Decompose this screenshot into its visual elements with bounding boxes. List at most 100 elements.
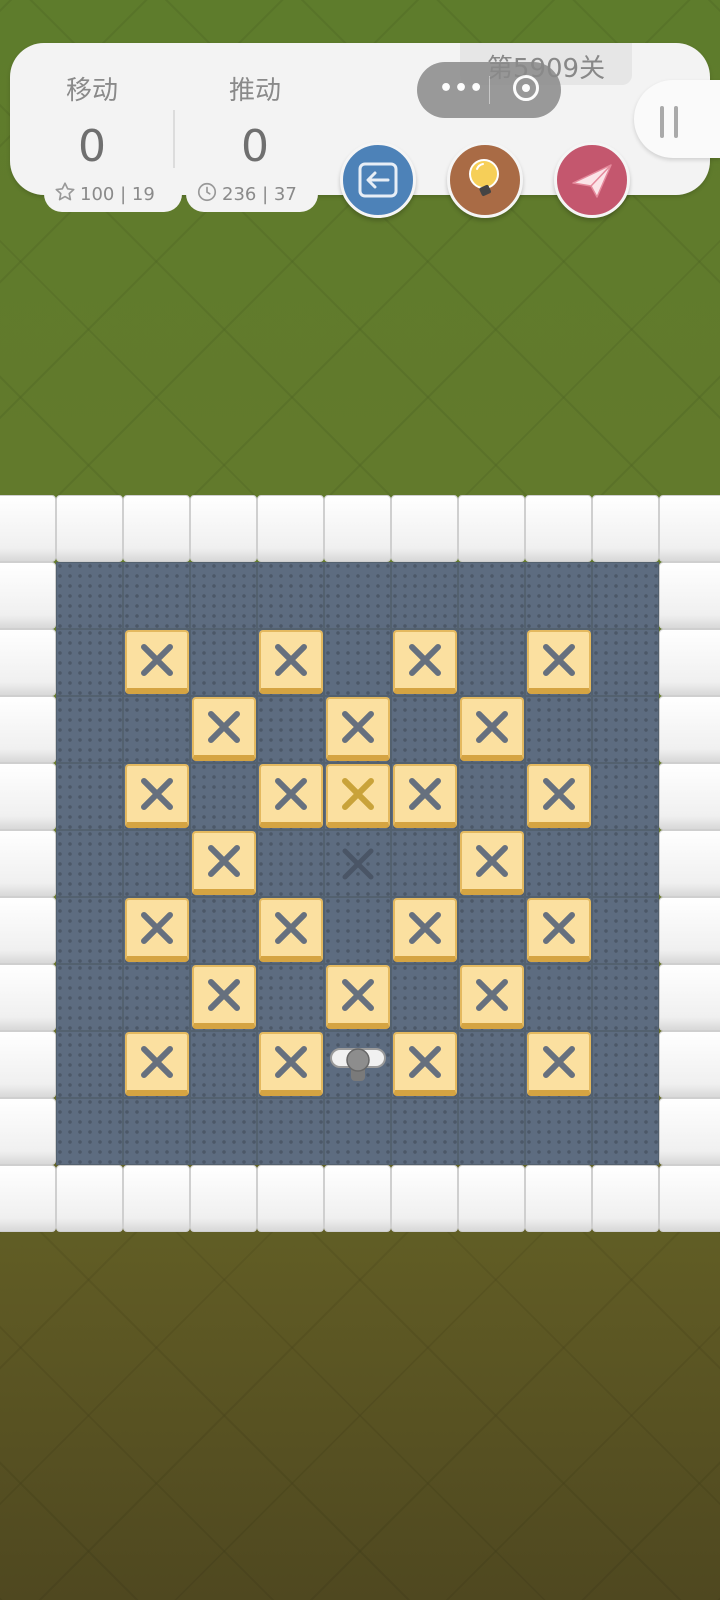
floor-tile: [525, 830, 592, 897]
box-on-goal[interactable]: [259, 764, 323, 828]
box-on-goal[interactable]: [192, 831, 256, 895]
moves-label: 移动: [65, 76, 118, 106]
box-on-goal[interactable]: [527, 1032, 591, 1096]
floor-tile: [592, 696, 659, 763]
floor-tile: [458, 897, 525, 964]
floor-tile: [592, 562, 659, 629]
floor-tile: [592, 1098, 659, 1165]
capsule-separator: [489, 76, 490, 104]
box-on-goal[interactable]: [125, 764, 189, 828]
box-on-goal[interactable]: [125, 898, 189, 962]
pushes-value: 0: [241, 121, 269, 172]
floor-tile: [56, 964, 123, 1031]
box-on-goal[interactable]: [460, 697, 524, 761]
wall-tile: [0, 629, 56, 696]
wall-tile: [56, 495, 123, 562]
pause-button[interactable]: [634, 80, 720, 158]
floor-tile: [458, 629, 525, 696]
floor-tile: [123, 1098, 190, 1165]
target-icon[interactable]: [513, 75, 539, 101]
box-on-goal[interactable]: [393, 898, 457, 962]
box-on-goal[interactable]: [393, 630, 457, 694]
floor-tile: [190, 562, 257, 629]
floor-tile: [458, 1098, 525, 1165]
wall-tile: [659, 1098, 720, 1165]
box-on-goal[interactable]: [393, 764, 457, 828]
box[interactable]: [326, 764, 390, 828]
floor-tile: [458, 1031, 525, 1098]
player-character[interactable]: [328, 1043, 388, 1091]
pushes-stat: 推动 0: [185, 70, 325, 172]
wall-tile: [190, 1165, 257, 1232]
star-icon: [54, 181, 76, 208]
floor-tile: [592, 964, 659, 1031]
wall-tile: [391, 1165, 458, 1232]
clock-icon: [196, 181, 218, 208]
wall-tile: [0, 696, 56, 763]
box-on-goal[interactable]: [460, 965, 524, 1029]
box-on-goal[interactable]: [527, 630, 591, 694]
box-on-goal[interactable]: [259, 898, 323, 962]
undo-arrow-icon: [358, 162, 398, 198]
wall-tile: [0, 495, 56, 562]
box-on-goal[interactable]: [125, 1032, 189, 1096]
wall-tile: [659, 763, 720, 830]
wall-tile: [458, 1165, 525, 1232]
floor-tile: [391, 964, 458, 1031]
box-on-goal[interactable]: [527, 764, 591, 828]
floor-tile: [123, 696, 190, 763]
floor-tile: [56, 629, 123, 696]
moves-record-text: 100 | 19: [80, 183, 155, 205]
box-on-goal[interactable]: [460, 831, 524, 895]
hint-button[interactable]: [447, 142, 523, 218]
wall-tile: [257, 1165, 324, 1232]
wall-tile: [659, 830, 720, 897]
box-on-goal[interactable]: [259, 1032, 323, 1096]
pushes-label: 推动: [228, 76, 281, 106]
floor-tile: [324, 897, 391, 964]
box-on-goal[interactable]: [393, 1032, 457, 1096]
wall-tile: [525, 1165, 592, 1232]
floor-tile: [525, 964, 592, 1031]
share-button[interactable]: [554, 142, 630, 218]
floor-tile: [458, 562, 525, 629]
floor-tile: [190, 1031, 257, 1098]
floor-tile: [592, 897, 659, 964]
floor-tile: [525, 562, 592, 629]
wall-tile: [0, 1031, 56, 1098]
floor-tile: [56, 1031, 123, 1098]
floor-tile: [56, 897, 123, 964]
box-on-goal[interactable]: [326, 965, 390, 1029]
undo-button[interactable]: [340, 142, 416, 218]
floor-tile: [525, 1098, 592, 1165]
box-on-goal[interactable]: [192, 697, 256, 761]
wall-tile: [190, 495, 257, 562]
wall-tile: [0, 1165, 56, 1232]
box-on-goal[interactable]: [125, 630, 189, 694]
box-on-goal[interactable]: [527, 898, 591, 962]
pause-icon: [660, 106, 664, 138]
floor-tile: [56, 562, 123, 629]
floor-tile: [257, 830, 324, 897]
floor-tile: [257, 696, 324, 763]
floor-tile: [257, 964, 324, 1031]
wall-tile: [592, 495, 659, 562]
wall-tile: [659, 495, 720, 562]
moves-record: 100 | 19: [44, 176, 182, 212]
floor-tile: [391, 830, 458, 897]
wall-tile: [56, 1165, 123, 1232]
floor-tile: [257, 1098, 324, 1165]
box-on-goal[interactable]: [192, 965, 256, 1029]
box-on-goal[interactable]: [326, 697, 390, 761]
wall-tile: [324, 1165, 391, 1232]
floor-tile: [324, 562, 391, 629]
wall-tile: [391, 495, 458, 562]
pause-icon-bar: [674, 106, 678, 138]
wall-tile: [0, 562, 56, 629]
pushes-record-text: 236 | 37: [222, 183, 297, 205]
more-dots-icon[interactable]: •••: [439, 76, 484, 101]
pushes-record: 236 | 37: [186, 176, 318, 212]
floor-tile: [123, 562, 190, 629]
wall-tile: [525, 495, 592, 562]
box-on-goal[interactable]: [259, 630, 323, 694]
